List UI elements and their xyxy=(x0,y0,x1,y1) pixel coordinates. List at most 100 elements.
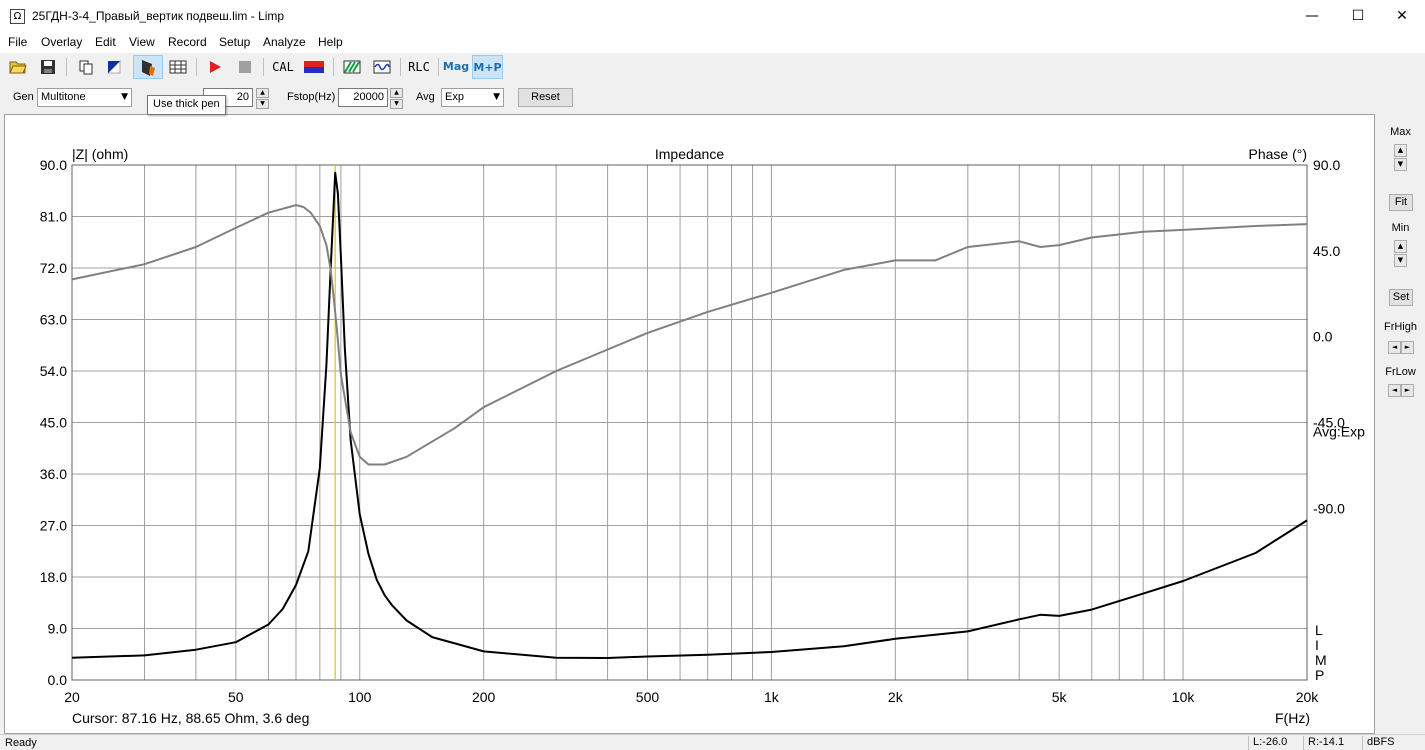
menu-analyze[interactable]: Analyze xyxy=(263,35,306,49)
mag-phase-button[interactable]: M+P xyxy=(472,55,503,79)
reset-button[interactable]: Reset xyxy=(518,88,573,107)
y-tick-label-left: 72.0 xyxy=(40,260,67,276)
mag-button[interactable]: Mag xyxy=(442,55,470,79)
fstop-spinner[interactable]: ▲ ▼ xyxy=(390,88,403,109)
toolbar: CAL RLC Mag M+P xyxy=(0,53,1425,81)
gen-select[interactable]: Multitone ▼ xyxy=(37,88,132,107)
y-tick-label-right: 90.0 xyxy=(1313,157,1340,173)
x-tick-label: 100 xyxy=(348,689,372,705)
y-tick-label-left: 63.0 xyxy=(40,312,67,328)
toolbar-separator xyxy=(66,58,67,76)
spin-up-icon[interactable]: ▲ xyxy=(256,88,269,98)
tooltip: Use thick pen xyxy=(147,95,226,115)
spin-down-icon[interactable]: ▼ xyxy=(256,99,269,109)
min-down-icon[interactable]: ▼ xyxy=(1394,254,1407,267)
copy-icon[interactable] xyxy=(74,55,98,79)
open-folder-icon[interactable] xyxy=(6,55,30,79)
x-tick-label: 500 xyxy=(636,689,660,705)
max-label: Max xyxy=(1390,126,1411,138)
y-tick-label-left: 36.0 xyxy=(40,466,67,482)
x-tick-label: 5k xyxy=(1052,689,1068,705)
y-axis-label-right: Phase (°) xyxy=(1248,146,1307,162)
cursor-readout: Cursor: 87.16 Hz, 88.65 Ohm, 3.6 deg xyxy=(72,710,309,726)
filter-icon[interactable] xyxy=(340,55,364,79)
status-bar: Ready L:-26.0 R:-14.1 dBFS xyxy=(0,734,1425,750)
menu-record[interactable]: Record xyxy=(168,35,207,49)
table-icon[interactable] xyxy=(166,55,190,79)
x-tick-label: 10k xyxy=(1172,689,1196,705)
frlow-left-icon[interactable]: ◄ xyxy=(1388,384,1401,397)
chevron-down-icon: ▼ xyxy=(121,92,128,102)
toolbar-separator xyxy=(333,58,334,76)
x-tick-label: 2k xyxy=(888,689,904,705)
max-down-icon[interactable]: ▼ xyxy=(1394,158,1407,171)
minimize-button[interactable]: — xyxy=(1289,0,1335,33)
menu-edit[interactable]: Edit xyxy=(95,35,116,49)
frhigh-left-icon[interactable]: ◄ xyxy=(1388,341,1401,354)
min-up-icon[interactable]: ▲ xyxy=(1394,240,1407,253)
plot-area[interactable]: 0.0 9.0 18.0 27.0 36.0 45.0 54.0 63.0 72.0 81.0 90… xyxy=(4,114,1375,734)
toolbar-separator xyxy=(400,58,401,76)
menu-view[interactable]: View xyxy=(129,35,155,49)
stop-icon[interactable] xyxy=(233,55,257,79)
cal-button[interactable]: CAL xyxy=(269,55,297,79)
status-right-level: R:-14.1 xyxy=(1303,736,1344,750)
side-letter: I xyxy=(1315,637,1319,653)
menu-setup[interactable]: Setup xyxy=(219,35,250,49)
avg-select[interactable]: Exp ▼ xyxy=(441,88,504,107)
y-tick-label-right: 0.0 xyxy=(1313,329,1333,345)
y-tick-label-left: 90.0 xyxy=(40,157,67,173)
x-tick-label: 1k xyxy=(764,689,780,705)
set-button[interactable]: Set xyxy=(1389,289,1413,306)
y-tick-label-left: 9.0 xyxy=(48,621,68,637)
chart-title: Impedance xyxy=(655,146,724,162)
color-swap-icon[interactable] xyxy=(102,55,126,79)
spin-down-icon[interactable]: ▼ xyxy=(390,99,403,109)
min-label: Min xyxy=(1391,222,1410,234)
window-title: 25ГДН-3-4_Правый_вертик подвеш.lim - Lim… xyxy=(32,9,285,23)
play-icon[interactable] xyxy=(203,55,227,79)
gen-select-value: Multitone xyxy=(41,91,86,103)
phase-series-line xyxy=(71,204,1308,466)
maximize-button[interactable]: ☐ xyxy=(1335,0,1381,33)
menu-overlay[interactable]: Overlay xyxy=(41,35,82,49)
calibration-color-icon[interactable] xyxy=(301,55,327,79)
avg-label: Avg xyxy=(416,91,435,103)
app-icon[interactable]: Ω xyxy=(10,9,25,24)
fstop-label: Fstop(Hz) xyxy=(287,91,336,103)
title-bar: Ω 25ГДН-3-4_Правый_вертик подвеш.lim - L… xyxy=(0,0,1425,33)
menu-file[interactable]: File xyxy=(8,35,27,49)
y-tick-label-left: 27.0 xyxy=(40,518,67,534)
fstop-input[interactable]: 20000 xyxy=(338,88,388,107)
frlow-right-icon[interactable]: ► xyxy=(1401,384,1414,397)
x-tick-label: 200 xyxy=(472,689,496,705)
status-unit: dBFS xyxy=(1362,736,1395,750)
side-letter: L xyxy=(1315,622,1323,638)
menu-bar: File Overlay Edit View Record Setup Anal… xyxy=(0,33,1425,53)
x-tick-label: 20 xyxy=(64,689,80,705)
status-ready: Ready xyxy=(5,737,37,749)
impedance-chart: 0.0 9.0 18.0 27.0 36.0 45.0 54.0 63.0 72.0 81.0 90… xyxy=(40,146,1365,726)
fit-button[interactable]: Fit xyxy=(1389,194,1413,211)
right-control-panel: Max ▲ ▼ Fit Min ▲ ▼ Set FrHigh ◄ ► FrLow… xyxy=(1376,114,1425,734)
y-tick-label-left: 0.0 xyxy=(48,672,68,688)
avg-select-value: Exp xyxy=(445,91,464,103)
close-button[interactable]: ✕ xyxy=(1379,0,1425,33)
rlc-button[interactable]: RLC xyxy=(406,55,432,79)
side-letter: M xyxy=(1315,652,1327,668)
save-icon[interactable] xyxy=(36,55,60,79)
fstart-spinner[interactable]: ▲ ▼ xyxy=(256,88,269,109)
x-tick-label: 50 xyxy=(228,689,244,705)
x-axis-label: F(Hz) xyxy=(1275,710,1310,726)
waveform-icon[interactable] xyxy=(370,55,394,79)
y-tick-label-right: 45.0 xyxy=(1313,243,1340,259)
frhigh-right-icon[interactable]: ► xyxy=(1401,341,1414,354)
menu-help[interactable]: Help xyxy=(318,35,343,49)
spin-up-icon[interactable]: ▲ xyxy=(390,88,403,98)
max-up-icon[interactable]: ▲ xyxy=(1394,144,1407,157)
thick-pen-icon[interactable] xyxy=(133,55,163,79)
y-tick-label-right: -90.0 xyxy=(1313,500,1345,516)
gen-label: Gen xyxy=(13,91,34,103)
status-left-level: L:-26.0 xyxy=(1248,736,1287,750)
toolbar-separator xyxy=(196,58,197,76)
